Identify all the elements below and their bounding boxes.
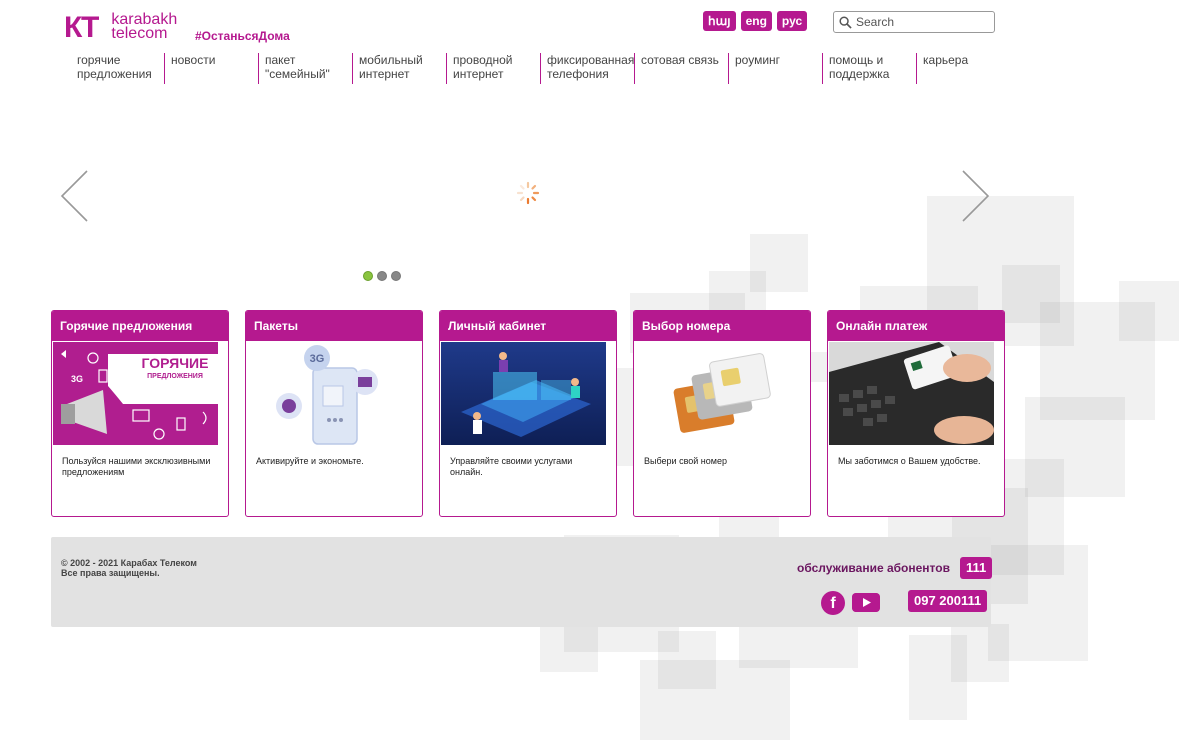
subscriber-service-label: обслуживание абонентов [797,561,950,575]
card-online-payment[interactable]: Онлайн платеж Мы заботимся о Вашем удобс… [827,310,1005,517]
sim-cards-illustration [635,342,800,445]
nav-label: горячие [77,53,121,67]
banner-text-2: ПРЕДЛОЖЕНИЯ [147,373,203,380]
hot-offers-image: ГОРЯЧИЕ ПРЕДЛОЖЕНИЯ 3G [53,342,218,445]
nav-label: предложения [77,67,152,81]
nav-label: фиксированная [547,53,635,67]
nav-career[interactable]: карьера [917,53,1011,84]
card-personal-account[interactable]: Личный кабинет Управляйте своими услугам… [439,310,617,517]
nav-label: роуминг [735,53,781,67]
phone-number-badge[interactable]: 097 200111 [908,590,988,612]
site-logo[interactable]: КТ karabakh telecom [64,11,177,44]
chevron-left-icon[interactable] [60,170,90,222]
stay-home-tagline: #ОстаньсяДома [195,29,290,43]
language-switcher: հայ eng рус [703,11,808,31]
card-description: Управляйте своими услугами онлайн. [450,456,573,477]
search-input[interactable] [856,15,991,29]
nav-label: пакет [265,53,296,67]
nav-label: мобильный [359,53,423,67]
search-box [833,11,995,33]
search-icon[interactable] [839,15,852,29]
copyright: © 2002 - 2021 Карабах Телеком Все права … [61,558,197,578]
nav-family-package[interactable]: пакет "семейный" [259,53,353,84]
youtube-icon[interactable] [852,593,880,612]
packages-image: 3G [247,342,412,445]
online-payment-image [829,342,994,445]
slider-pagination [363,271,401,281]
banner-text-1: ГОРЯЧИЕ [142,355,209,371]
slider-dot[interactable] [363,271,373,281]
card-title: Личный кабинет [440,311,616,341]
nav-hot-offers[interactable]: горячие предложения [71,53,165,84]
card-title: Пакеты [246,311,422,341]
nav-wired-internet[interactable]: проводной интернет [447,53,541,84]
lang-english-button[interactable]: eng [740,11,772,31]
card-description: Мы заботимся о Вашем удобстве. [838,456,981,466]
slider-dot[interactable] [377,271,387,281]
card-description: Пользуйся нашими эксклюзивными предложен… [62,456,211,477]
lang-russian-button[interactable]: рус [776,11,808,31]
nav-cellular[interactable]: сотовая связь [635,53,729,84]
nav-label: интернет [359,67,410,81]
feature-cards: Горячие предложения ГОРЯЧИЕ ПРЕДЛОЖЕНИЯ … [51,310,1005,517]
chevron-right-icon[interactable] [960,170,990,222]
badge-3g: 3G [310,353,325,365]
nav-news[interactable]: новости [165,53,259,84]
nav-label: интернет [453,67,504,81]
nav-label: проводной [453,53,513,67]
nav-label: телефония [547,67,609,81]
nav-fixed-telephony[interactable]: фиксированная телефония [541,53,635,84]
nav-mobile-internet[interactable]: мобильный интернет [353,53,447,84]
nav-label: сотовая связь [641,53,719,67]
copyright-line-1: © 2002 - 2021 Карабах Телеком [61,558,197,568]
spinner-icon [516,181,540,205]
lang-armenian-button[interactable]: հայ [703,11,736,31]
megaphone-illustration: ГОРЯЧИЕ ПРЕДЛОЖЕНИЯ 3G [53,342,218,445]
card-hot-offers[interactable]: Горячие предложения ГОРЯЧИЕ ПРЕДЛОЖЕНИЯ … [51,310,229,517]
facebook-icon[interactable]: f [821,591,845,615]
logo-mark: КТ [64,11,99,44]
badge-3g: 3G [71,374,83,384]
card-description: Активируйте и экономьте. [256,456,364,466]
nav-label: карьера [923,53,969,67]
card-description: Выбери свой номер [644,456,727,466]
personal-account-image [441,342,606,445]
card-number-selection[interactable]: Выбор номера Выбери свой номер [633,310,811,517]
main-nav: горячие предложения новости пакет "семейны… [71,53,1011,84]
slider-dot[interactable] [391,271,401,281]
nav-roaming[interactable]: роуминг [729,53,823,84]
card-packages[interactable]: Пакеты 3G Активируйте и экономьте. [245,310,423,517]
card-title: Онлайн платеж [828,311,1004,341]
logo-wordmark: karabakh telecom [111,12,177,42]
logo-line-2: telecom [111,25,168,42]
nav-label: поддержка [829,67,890,81]
nav-label: "семейный" [265,67,330,81]
phone-apps-illustration: 3G [247,342,412,445]
nav-help-support[interactable]: помощь и поддержка [823,53,917,84]
dashboard-illustration [441,342,606,445]
keyboard-card-illustration [829,342,994,445]
card-title: Горячие предложения [52,311,228,341]
nav-label: помощь и [829,53,884,67]
copyright-line-2: Все права защищены. [61,568,160,578]
service-number-badge[interactable]: 111 [960,557,993,579]
number-selection-image [635,342,800,445]
card-title: Выбор номера [634,311,810,341]
footer: © 2002 - 2021 Карабах Телеком Все права … [51,537,993,627]
nav-label: новости [171,53,216,67]
